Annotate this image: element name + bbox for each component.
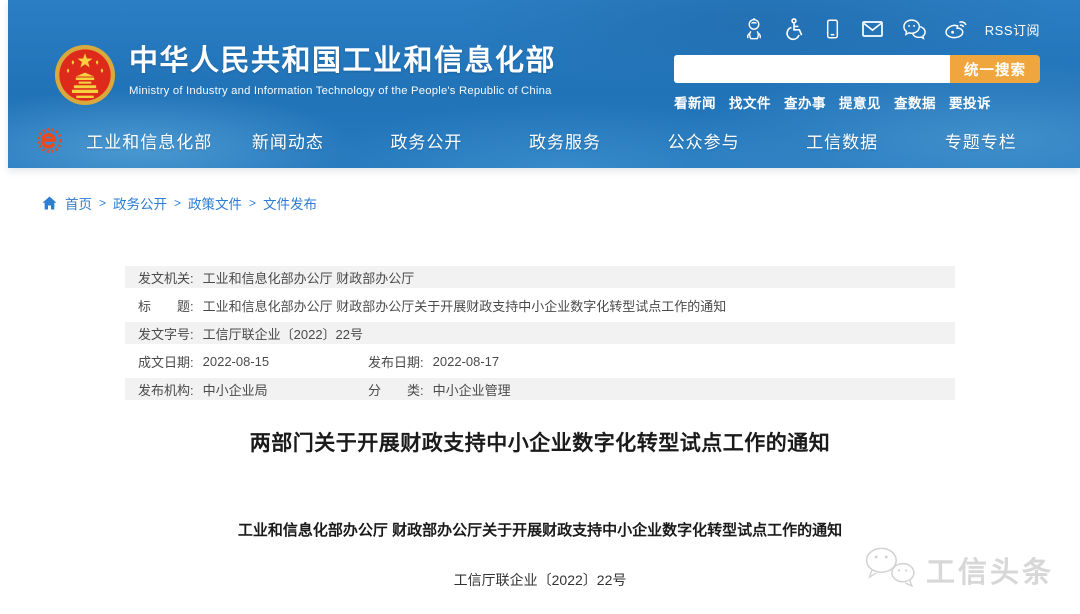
national-emblem-icon	[54, 44, 116, 111]
quick-link-files[interactable]: 找文件	[729, 92, 771, 112]
article-subtitle: 工业和信息化部办公厅 财政部办公厅关于开展财政支持中小企业数字化转型试点工作的通…	[125, 521, 955, 540]
article: 两部门关于开展财政支持中小企业数字化转型试点工作的通知 工业和信息化部办公厅 财…	[125, 428, 955, 590]
rss-subscribe-link[interactable]: RSS订阅	[985, 20, 1040, 39]
mascot-robot-icon[interactable]	[743, 17, 765, 41]
search-area: 统一搜索 看新闻 找文件 查办事 提意见 查数据 要投诉	[674, 55, 1040, 112]
quick-link-complaints[interactable]: 要投诉	[949, 92, 991, 112]
quick-link-data[interactable]: 查数据	[894, 92, 936, 112]
meta-label: 发文字号:	[138, 324, 194, 343]
article-doc-number: 工信厅联企业〔2022〕22号	[125, 571, 955, 590]
nav-item-gov-disclosure[interactable]: 政务公开	[357, 128, 496, 153]
breadcrumb-file-release[interactable]: 文件发布	[263, 193, 317, 213]
meta-row-title: 标 题: 工业和信息化部办公厅 财政部办公厅关于开展财政支持中小企业数字化转型试…	[125, 294, 955, 316]
meta-label: 成文日期:	[138, 352, 194, 371]
quick-links: 看新闻 找文件 查办事 提意见 查数据 要投诉	[674, 92, 1040, 112]
main-nav: 工业和信息化部 新闻动态 政务公开 政务服务 公众参与 工信数据 专题专栏	[8, 116, 1080, 164]
accessibility-icon[interactable]	[782, 17, 805, 41]
nav-item-public-participation[interactable]: 公众参与	[634, 128, 773, 153]
meta-value: 工业和信息化部办公厅 财政部办公厅	[203, 268, 415, 287]
nav-item-special-columns[interactable]: 专题专栏	[911, 128, 1050, 153]
weibo-icon[interactable]	[944, 17, 968, 41]
breadcrumb-gov-disclosure[interactable]: 政务公开	[113, 193, 167, 213]
meta-row-publisher-category: 发布机构: 中小企业局 分 类: 中小企业管理	[125, 378, 955, 400]
meta-value: 2022-08-15	[203, 354, 270, 369]
site-banner: RSS订阅	[8, 0, 1080, 168]
meta-value: 2022-08-17	[433, 354, 500, 369]
quick-link-suggestions[interactable]: 提意见	[839, 92, 881, 112]
breadcrumb-separator: >	[174, 196, 181, 210]
meta-value: 中小企业局	[203, 380, 268, 399]
meta-label: 分 类:	[368, 380, 424, 399]
watermark-label: 工信头条	[926, 549, 1054, 591]
breadcrumb-separator: >	[249, 196, 256, 210]
site-subtitle: Ministry of Industry and Information Tec…	[129, 85, 556, 97]
meta-label: 发布日期:	[368, 352, 424, 371]
site-brand: 中华人民共和国工业和信息化部 Ministry of Industry and …	[54, 44, 556, 111]
wechat-icon[interactable]	[902, 17, 927, 41]
meta-label: 发文机关:	[138, 268, 194, 287]
meta-value: 中小企业管理	[433, 380, 511, 399]
meta-row-doc-number: 发文字号: 工信厅联企业〔2022〕22号	[125, 322, 955, 344]
unified-search-button[interactable]: 统一搜索	[950, 55, 1040, 83]
article-title: 两部门关于开展财政支持中小企业数字化转型试点工作的通知	[125, 428, 955, 460]
meta-label: 发布机构:	[138, 380, 194, 399]
mobile-icon[interactable]	[822, 17, 843, 41]
meta-row-issuing-agency: 发文机关: 工业和信息化部办公厅 财政部办公厅	[125, 266, 955, 288]
brand-text: 中华人民共和国工业和信息化部 Ministry of Industry and …	[129, 44, 556, 97]
breadcrumb-policy-files[interactable]: 政策文件	[188, 193, 242, 213]
site-title: 中华人民共和国工业和信息化部	[129, 44, 556, 78]
nav-item-miit[interactable]: 工业和信息化部	[80, 128, 219, 153]
quick-link-news[interactable]: 看新闻	[674, 92, 716, 112]
mail-icon[interactable]	[860, 17, 885, 41]
home-icon[interactable]	[42, 196, 57, 210]
topbar: RSS订阅	[743, 14, 1040, 44]
breadcrumb: 首页 > 政务公开 > 政策文件 > 文件发布	[42, 193, 317, 213]
breadcrumb-home[interactable]: 首页	[65, 193, 92, 213]
watermark: 工信头条	[862, 546, 1054, 593]
meta-value: 工信厅联企业〔2022〕22号	[203, 324, 363, 343]
meta-row-dates: 成文日期: 2022-08-15 发布日期: 2022-08-17	[125, 350, 955, 372]
quick-link-services[interactable]: 查办事	[784, 92, 826, 112]
nav-item-news[interactable]: 新闻动态	[219, 128, 358, 153]
meta-label: 标 题:	[138, 296, 194, 315]
search-input[interactable]	[674, 55, 950, 83]
document-meta-table: 发文机关: 工业和信息化部办公厅 财政部办公厅 标 题: 工业和信息化部办公厅 …	[125, 266, 955, 406]
miit-swirl-logo-icon	[36, 127, 80, 154]
meta-value: 工业和信息化部办公厅 财政部办公厅关于开展财政支持中小企业数字化转型试点工作的通…	[203, 296, 727, 315]
nav-item-gov-services[interactable]: 政务服务	[496, 128, 635, 153]
nav-item-industry-data[interactable]: 工信数据	[773, 128, 912, 153]
page: RSS订阅	[0, 0, 1080, 614]
breadcrumb-separator: >	[99, 196, 106, 210]
wechat-bubbles-icon	[862, 546, 918, 593]
